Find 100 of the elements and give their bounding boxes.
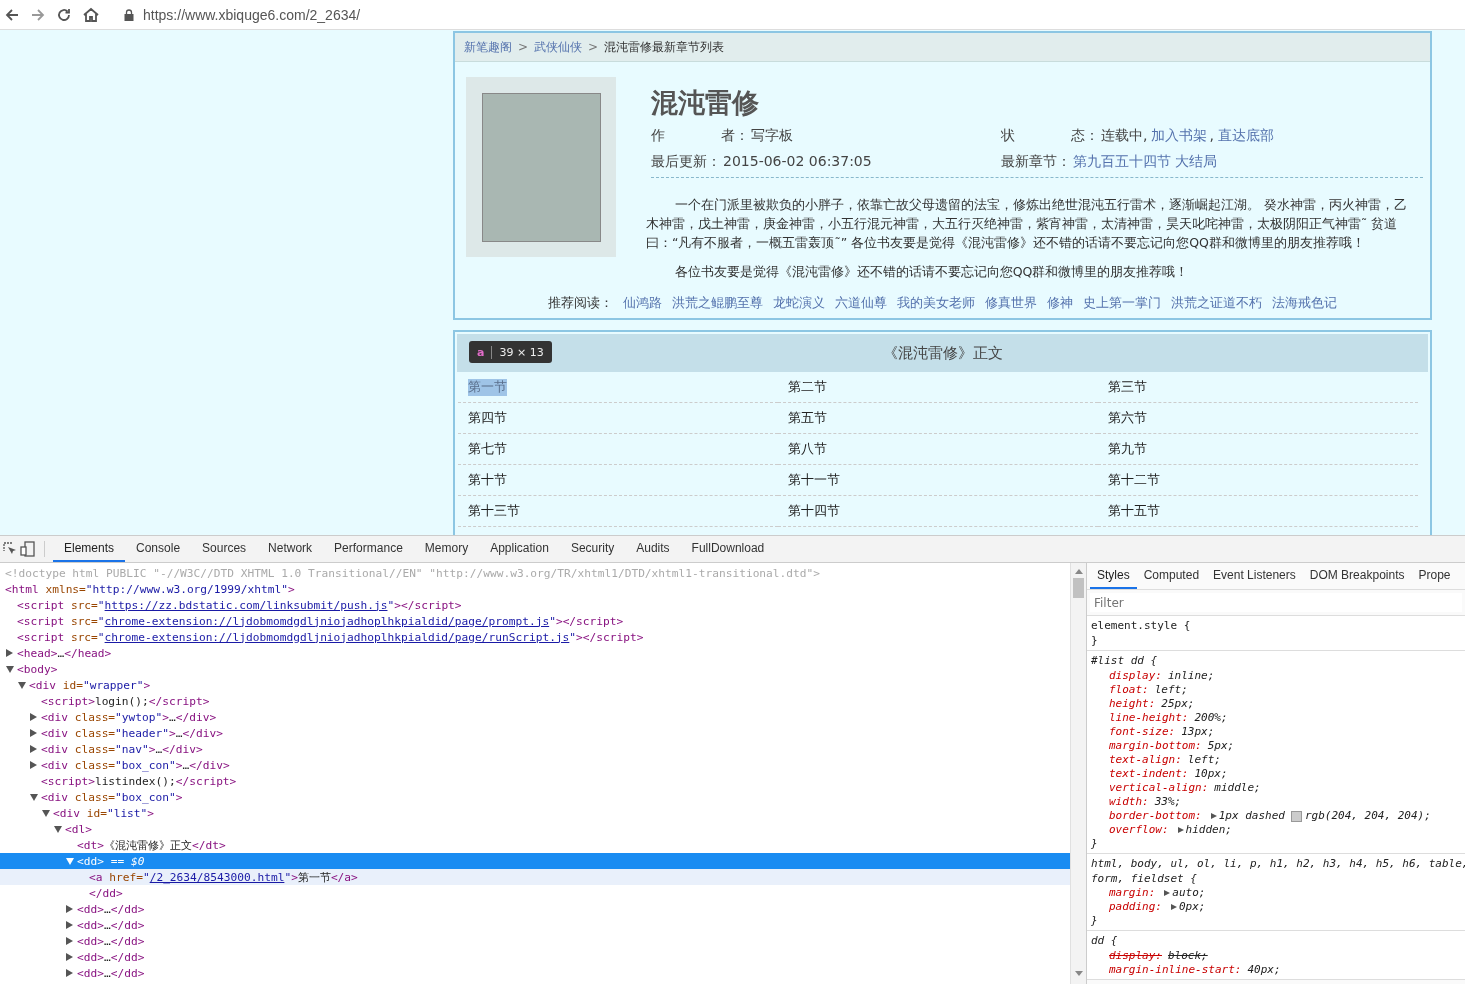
- dom-node-row[interactable]: <script src="chrome-extension://ljdobmomdgdljniojadhoplhkpialdid/page/prompt.js"></script>: [0, 613, 1070, 629]
- caret-right-icon[interactable]: [30, 729, 37, 737]
- recommend-link[interactable]: 法海戒色记: [1272, 295, 1337, 312]
- chapter-link[interactable]: 第五节: [788, 409, 827, 427]
- filter-field[interactable]: Filter: [1090, 593, 1462, 612]
- caret-down-icon[interactable]: [6, 666, 14, 673]
- dom-node-row[interactable]: <script src="chrome-extension://ljdobmomdgdljniojadhoplhkpialdid/page/runScript.js"></script>: [0, 629, 1070, 645]
- recommend-link[interactable]: 修真世界: [985, 295, 1037, 312]
- caret-right-icon[interactable]: [1177, 827, 1184, 833]
- devtools-tab[interactable]: Performance: [323, 536, 414, 562]
- recommend-link[interactable]: 修神: [1047, 295, 1073, 312]
- dom-node-row[interactable]: <script>login();</script>: [0, 693, 1070, 709]
- dom-node-row[interactable]: <div class="nav">…</div>: [0, 741, 1070, 757]
- dom-node-row[interactable]: <script src="https://zz.bdstatic.com/linksubmit/push.js"></script>: [0, 597, 1070, 613]
- caret-right-icon[interactable]: [66, 921, 73, 929]
- dom-node-row[interactable]: <dd>…</dd>: [0, 933, 1070, 949]
- caret-right-icon[interactable]: [30, 745, 37, 753]
- back-arrow-icon[interactable]: [4, 6, 20, 23]
- chapter-link[interactable]: 第九节: [1108, 440, 1147, 458]
- color-swatch-icon[interactable]: [1290, 810, 1302, 822]
- caret-down-icon[interactable]: [54, 826, 62, 833]
- forward-arrow-icon[interactable]: [30, 6, 46, 23]
- home-icon[interactable]: [82, 6, 100, 23]
- dom-node-row[interactable]: <body>: [0, 661, 1070, 677]
- styles-tab[interactable]: Computed: [1136, 563, 1207, 589]
- recommend-link[interactable]: 龙蛇演义: [773, 295, 825, 312]
- dom-node-row[interactable]: <head>…</head>: [0, 645, 1070, 661]
- recommend-link[interactable]: 我的美女老师: [897, 295, 975, 312]
- code-link[interactable]: chrome-extension://ljdobmomdgdljniojadhoplhkpialdid/page/runScript.js: [104, 630, 570, 644]
- address-bar[interactable]: https://www.xbiquge6.com/2_2634/: [116, 2, 369, 27]
- meta-link[interactable]: 加入书架: [1151, 127, 1208, 145]
- device-icon[interactable]: [20, 541, 36, 557]
- dom-node-row[interactable]: <a href="/2_2634/8543000.html">第一节</a>: [0, 869, 1070, 885]
- dom-node-row[interactable]: <dl>: [0, 821, 1070, 837]
- chapter-link[interactable]: 第十二节: [1108, 471, 1160, 489]
- code-link[interactable]: /2_2634/8543000.html: [149, 870, 285, 884]
- caret-down-icon[interactable]: [30, 794, 38, 801]
- code-link[interactable]: https://zz.bdstatic.com/linksubmit/push.js: [104, 598, 388, 612]
- breadcrumb-link[interactable]: 新笔趣阁: [464, 38, 512, 56]
- recommend-link[interactable]: 洪荒之证道不朽: [1171, 295, 1262, 312]
- caret-right-icon[interactable]: [6, 649, 13, 657]
- dom-node-row[interactable]: <dd>…</dd>: [0, 901, 1070, 917]
- caret-right-icon[interactable]: [1164, 890, 1171, 896]
- chapter-link[interactable]: 第六节: [1108, 409, 1147, 427]
- chapter-link[interactable]: 第七节: [468, 440, 507, 458]
- dom-node-row[interactable]: <dd>…</dd>: [0, 917, 1070, 933]
- chapter-link[interactable]: 第十节: [468, 471, 507, 489]
- breadcrumb-link[interactable]: 武侠仙侠: [534, 38, 583, 56]
- devtools-tab[interactable]: Security: [559, 536, 626, 562]
- meta-link[interactable]: 第九百五十四节 大结局: [1073, 153, 1218, 171]
- scroll-thumb[interactable]: [1073, 578, 1084, 598]
- chapter-link[interactable]: 第十四节: [788, 502, 840, 520]
- chapter-link[interactable]: 第三节: [1108, 378, 1147, 396]
- dom-node-row[interactable]: <html xmlns="http://www.w3.org/1999/xhtml">: [0, 581, 1070, 597]
- dom-node-row[interactable]: <div class="box_con">: [0, 789, 1070, 805]
- devtools-tab[interactable]: Audits: [625, 536, 681, 562]
- devtools-tab[interactable]: FullDownload: [680, 536, 776, 562]
- caret-right-icon[interactable]: [66, 969, 73, 977]
- chapter-link[interactable]: 第二节: [788, 378, 827, 396]
- devtools-tab[interactable]: Elements: [53, 536, 126, 562]
- dom-node-row[interactable]: <script>listindex();</script>: [0, 773, 1070, 789]
- scrollbar[interactable]: [1070, 563, 1086, 984]
- chapter-link[interactable]: 第十一节: [788, 471, 840, 489]
- devtools-tab[interactable]: Console: [125, 536, 192, 562]
- caret-down-icon[interactable]: [42, 810, 50, 817]
- caret-right-icon[interactable]: [66, 905, 73, 913]
- recommend-link[interactable]: 洪荒之鲲鹏至尊: [672, 295, 763, 312]
- meta-link[interactable]: 直达底部: [1217, 127, 1274, 145]
- styles-tab[interactable]: Event Listeners: [1206, 563, 1303, 589]
- code-link[interactable]: chrome-extension://ljdobmomdgdljniojadhoplhkpialdid/page/prompt.js: [104, 614, 550, 628]
- dom-node-row[interactable]: <dt>《混沌雷修》正文</dt>: [0, 837, 1070, 853]
- recommend-link[interactable]: 六道仙尊: [835, 295, 887, 312]
- reload-icon[interactable]: [56, 6, 72, 23]
- styles-tab[interactable]: DOM Breakpoints: [1302, 563, 1412, 589]
- caret-right-icon[interactable]: [66, 937, 73, 945]
- devtools-tab[interactable]: Memory: [413, 536, 480, 562]
- chapter-link[interactable]: 第四节: [468, 409, 507, 427]
- caret-right-icon[interactable]: [1171, 904, 1177, 910]
- devtools-tab[interactable]: Application: [479, 536, 560, 562]
- chapter-link[interactable]: 第十三节: [468, 502, 520, 520]
- styles-tab[interactable]: Styles: [1090, 563, 1137, 589]
- dom-node-row[interactable]: <div class="ywtop">…</div>: [0, 709, 1070, 725]
- caret-right-icon[interactable]: [1210, 813, 1217, 819]
- recommend-link[interactable]: 史上第一掌门: [1083, 295, 1161, 312]
- chapter-link[interactable]: 第十五节: [1108, 502, 1160, 520]
- devtools-tab[interactable]: Network: [257, 536, 324, 562]
- dom-node-row[interactable]: </dd>: [0, 885, 1070, 901]
- devtools-tab[interactable]: Sources: [191, 536, 258, 562]
- caret-down-icon[interactable]: [18, 682, 26, 689]
- caret-right-icon[interactable]: [30, 761, 37, 769]
- dom-node-row[interactable]: <div id="wrapper">: [0, 677, 1070, 693]
- caret-right-icon[interactable]: [66, 953, 73, 961]
- styles-tab[interactable]: Prope: [1411, 563, 1458, 589]
- caret-right-icon[interactable]: [30, 713, 37, 721]
- dom-node-row[interactable]: <div class="box_con">…</div>: [0, 757, 1070, 773]
- chapter-link[interactable]: 第八节: [788, 440, 827, 458]
- dom-node-row[interactable]: <dd>…</dd>: [0, 949, 1070, 965]
- dom-node-row[interactable]: <div class="header">…</div>: [0, 725, 1070, 741]
- recommend-link[interactable]: 仙鸿路: [623, 295, 662, 312]
- dom-node-row[interactable]: <dd>…</dd>: [0, 965, 1070, 981]
